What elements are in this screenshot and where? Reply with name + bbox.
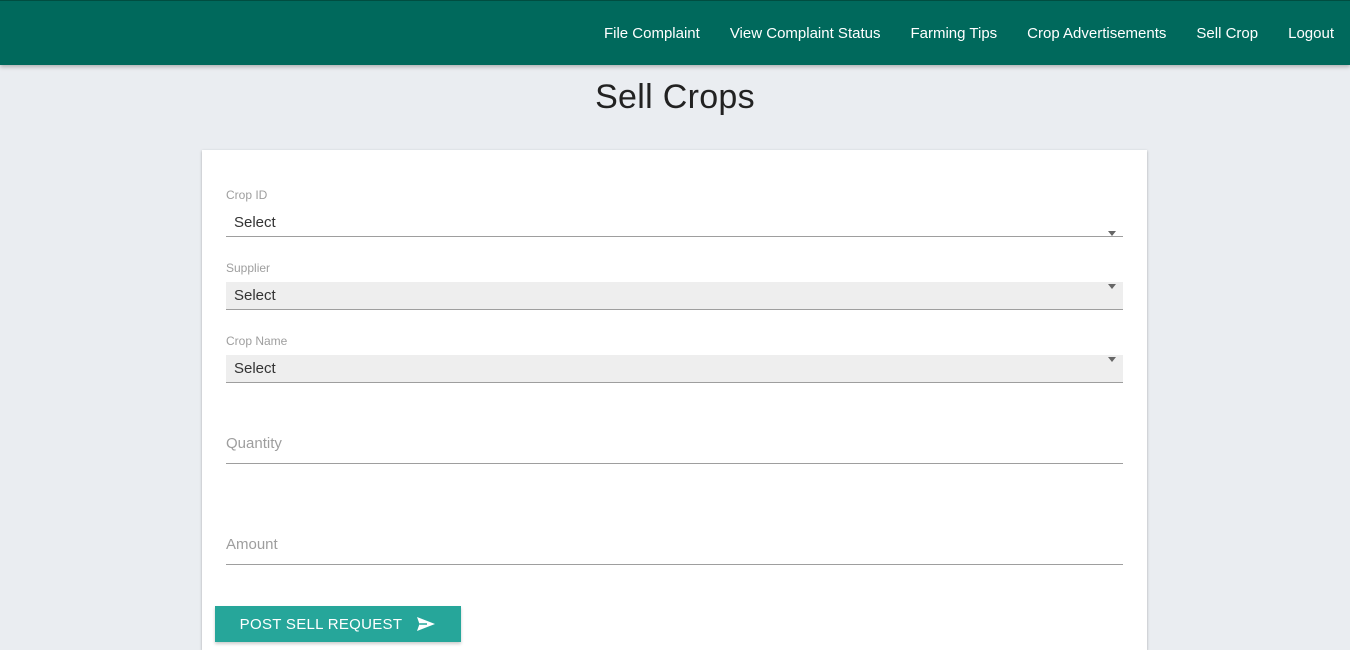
nav-crop-advertisements[interactable]: Crop Advertisements xyxy=(1012,1,1181,66)
chevron-down-icon xyxy=(1108,231,1116,236)
supplier-label: Supplier xyxy=(226,261,271,275)
top-navbar: File Complaint View Complaint Status Far… xyxy=(0,0,1350,65)
crop-id-select[interactable]: Select xyxy=(226,209,1123,237)
nav-view-complaint-status[interactable]: View Complaint Status xyxy=(715,1,896,66)
send-icon xyxy=(416,616,436,632)
nav-sell-crop[interactable]: Sell Crop xyxy=(1181,1,1273,66)
chevron-down-icon xyxy=(1108,284,1116,289)
post-sell-request-button[interactable]: POST SELL REQUEST xyxy=(215,606,461,642)
amount-input[interactable] xyxy=(226,525,1123,565)
nav-farming-tips[interactable]: Farming Tips xyxy=(895,1,1012,66)
crop-name-select[interactable]: Select xyxy=(226,355,1123,383)
crop-id-label: Crop ID xyxy=(226,188,268,202)
crop-id-selected-value: Select xyxy=(234,214,276,231)
supplier-selected-value: Select xyxy=(234,287,276,304)
nav-file-complaint[interactable]: File Complaint xyxy=(589,1,715,66)
page-title: Sell Crops xyxy=(595,78,755,116)
chevron-down-icon xyxy=(1108,357,1116,362)
nav-logout[interactable]: Logout xyxy=(1273,1,1350,66)
quantity-input[interactable] xyxy=(226,424,1123,464)
supplier-select[interactable]: Select xyxy=(226,282,1123,310)
post-sell-request-label: POST SELL REQUEST xyxy=(239,615,403,633)
nav-links: File Complaint View Complaint Status Far… xyxy=(589,1,1350,66)
crop-name-label: Crop Name xyxy=(226,334,288,348)
sell-crop-form-card: Crop ID Select Supplier Select Crop Name… xyxy=(202,150,1147,650)
crop-name-selected-value: Select xyxy=(234,360,276,377)
